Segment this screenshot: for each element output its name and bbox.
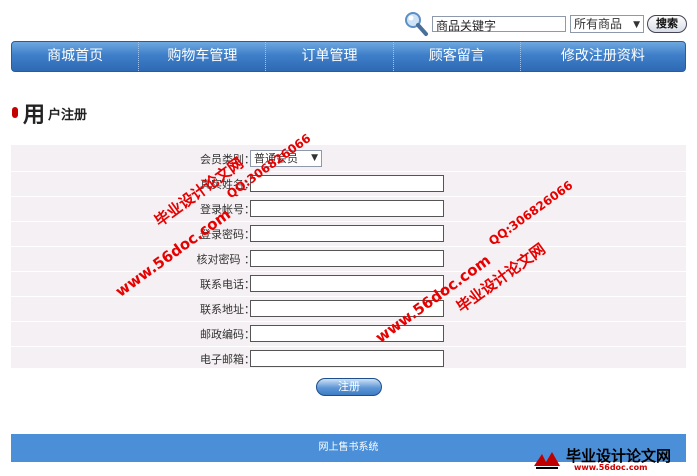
footer-text: 网上售书系统 [318,442,379,453]
field-label: 联系电话： [200,278,255,291]
nav-item-edit-profile[interactable]: 修改注册资料 [521,42,685,71]
form-row-confirm-password: 核对密码 ： [11,246,686,272]
password-input[interactable] [250,225,444,242]
search-bar: 商品关键字 所有商品 ▼ 搜索 [403,10,693,38]
phone-input[interactable] [250,275,444,292]
form-row-real-name: 真实姓名： [11,171,686,197]
form-row-member-type: 会员类别： 普通会员 ▼ [11,146,686,172]
nav-item-home[interactable]: 商城首页 [12,42,140,71]
category-select[interactable]: 所有商品 ▼ [570,15,644,33]
chevron-down-icon: ▼ [311,153,318,163]
nav-item-cart[interactable]: 购物车管理 [139,42,267,71]
field-label: 核对密码 ： [196,253,256,266]
nav-item-orders[interactable]: 订单管理 [266,42,394,71]
form-row-phone: 联系电话： [11,271,686,297]
field-label: 邮政编码： [200,328,255,341]
form-row-postcode: 邮政编码： [11,321,686,347]
logo-url: www.56doc.com [574,463,648,472]
form-row-email: 电子邮箱： [11,346,686,371]
page-title-small: 户注册 [48,108,88,123]
register-button[interactable]: 注册 [316,378,382,396]
site-logo: 毕业设计论文网 www.56doc.com [530,446,690,474]
search-button[interactable]: 搜索 [647,15,687,33]
field-label: 联系地址： [200,303,255,316]
search-input[interactable]: 商品关键字 [432,16,566,33]
form-row-account: 登录帐号： [11,196,686,222]
chevron-down-icon: ▼ [633,20,640,30]
confirm-password-input[interactable] [250,250,444,267]
form-row-password: 登录密码： [11,221,686,247]
title-bullet-icon [12,107,18,118]
nav-item-messages[interactable]: 顾客留言 [394,42,521,71]
postcode-input[interactable] [250,325,444,342]
real-name-input[interactable] [250,175,444,192]
email-input[interactable] [250,350,444,367]
page-title-big: 用 [23,103,46,128]
main-nav: 商城首页 购物车管理 订单管理 顾客留言 修改注册资料 [11,41,686,72]
account-input[interactable] [250,200,444,217]
register-form: 会员类别： 普通会员 ▼ 真实姓名： 登录帐号： 登录密码： 核对密码 ： 联系… [11,145,686,368]
form-row-address: 联系地址： [11,296,686,322]
magnifier-icon [405,12,428,36]
logo-mark-icon [534,452,560,469]
field-label: 电子邮箱： [200,353,255,366]
category-select-value: 所有商品 [574,17,623,31]
